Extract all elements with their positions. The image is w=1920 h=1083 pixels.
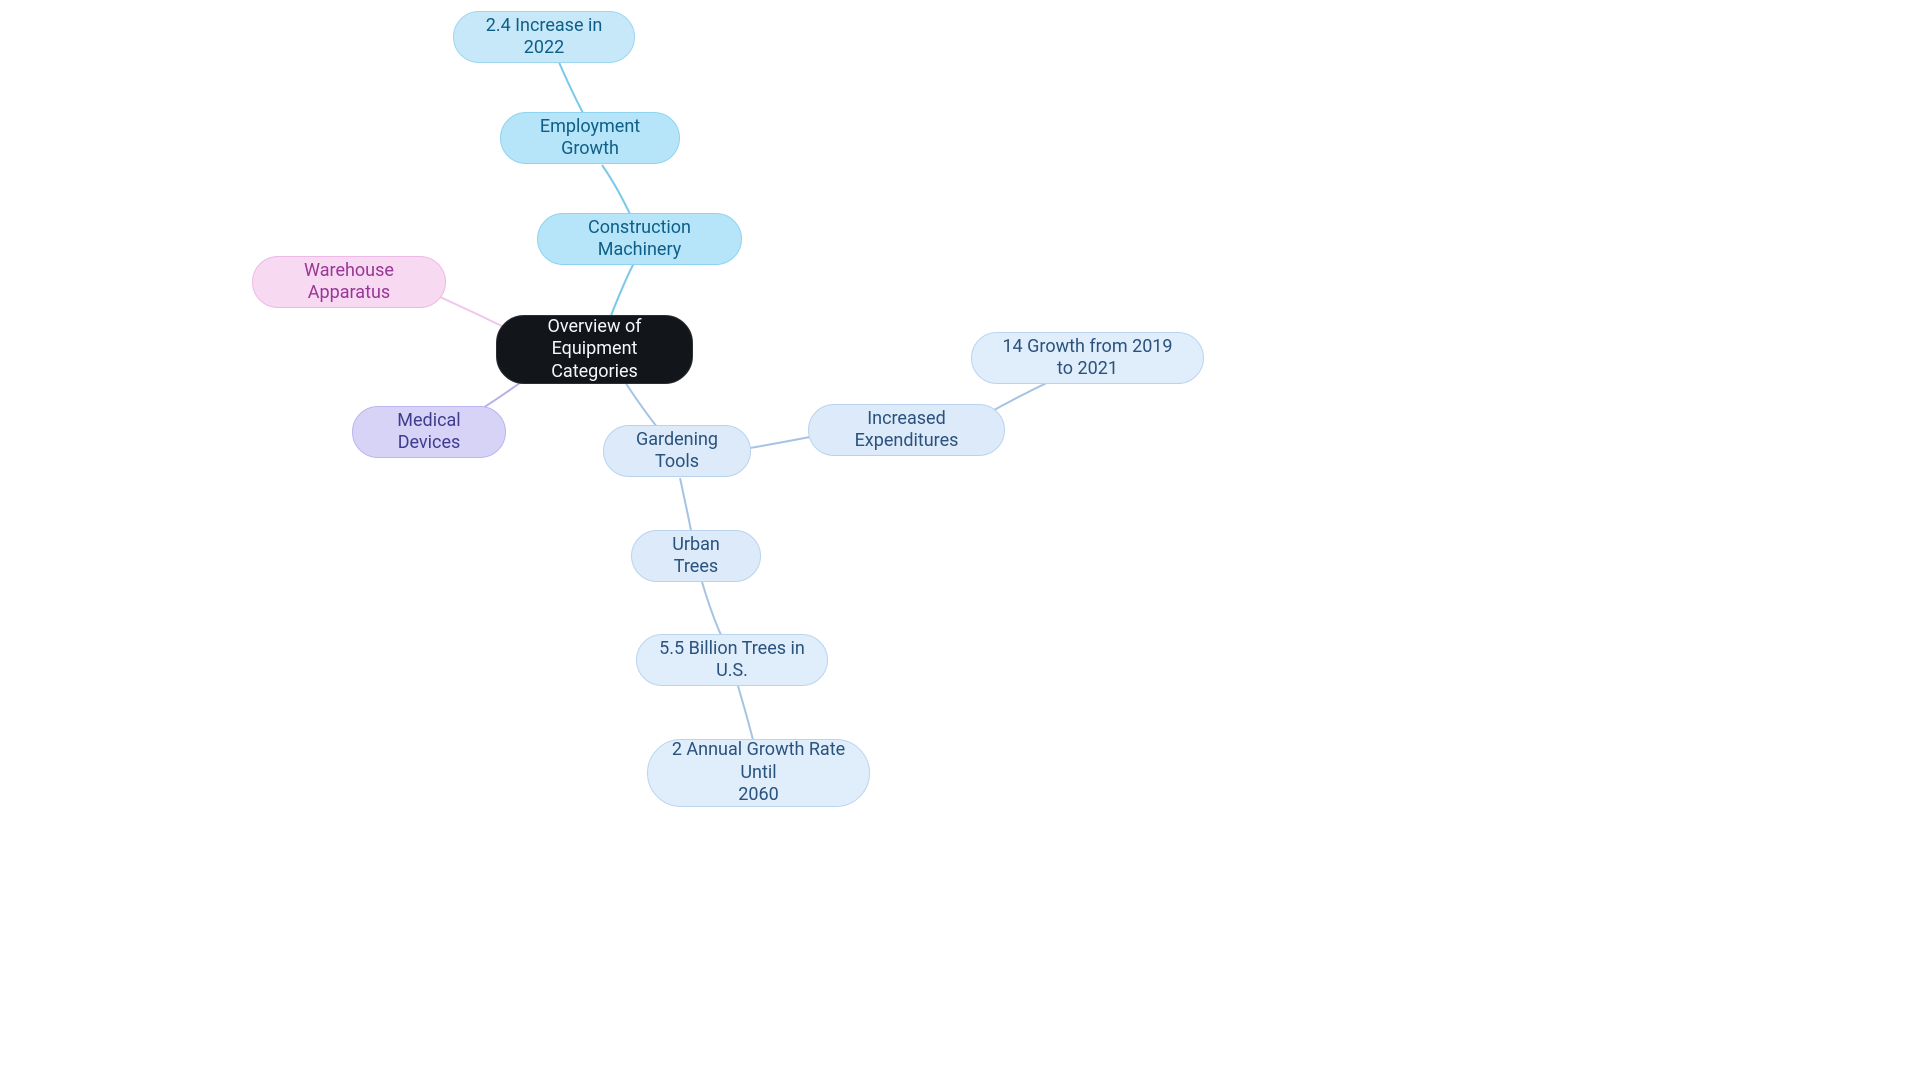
node-medical-label: Medical Devices bbox=[375, 410, 483, 455]
node-root-label: Overview of Equipment Categories bbox=[519, 316, 670, 384]
node-55b-trees-us[interactable]: 5.5 Billion Trees in U.S. bbox=[636, 634, 828, 686]
node-annualGrowth-label: 2 Annual Growth Rate Until 2060 bbox=[670, 739, 847, 807]
node-employment-growth[interactable]: Employment Growth bbox=[500, 112, 680, 164]
node-2-annual-growth-2060[interactable]: 2 Annual Growth Rate Until 2060 bbox=[647, 739, 870, 807]
node-14-growth-2019-2021[interactable]: 14 Growth from 2019 to 2021 bbox=[971, 332, 1204, 384]
node-root[interactable]: Overview of Equipment Categories bbox=[496, 315, 693, 384]
diagram-canvas: Overview of Equipment Categories Warehou… bbox=[0, 0, 1920, 1083]
node-growth2019-label: 14 Growth from 2019 to 2021 bbox=[994, 336, 1181, 381]
node-24-increase-2022[interactable]: 2.4 Increase in 2022 bbox=[453, 11, 635, 63]
node-medical-devices[interactable]: Medical Devices bbox=[352, 406, 506, 458]
node-expenditures-label: Increased Expenditures bbox=[831, 408, 982, 453]
node-warehouse-label: Warehouse Apparatus bbox=[275, 260, 423, 305]
node-employment-label: Employment Growth bbox=[523, 116, 657, 161]
edges-layer bbox=[0, 0, 1920, 1083]
node-construction-label: Construction Machinery bbox=[560, 217, 719, 262]
node-trees55b-label: 5.5 Billion Trees in U.S. bbox=[659, 638, 805, 683]
node-urbanTrees-label: Urban Trees bbox=[654, 534, 738, 579]
node-gardening-tools[interactable]: Gardening Tools bbox=[603, 425, 751, 477]
node-increased-expenditures[interactable]: Increased Expenditures bbox=[808, 404, 1005, 456]
node-urban-trees[interactable]: Urban Trees bbox=[631, 530, 761, 582]
node-gardening-label: Gardening Tools bbox=[626, 429, 728, 474]
node-construction-machinery[interactable]: Construction Machinery bbox=[537, 213, 742, 265]
node-warehouse-apparatus[interactable]: Warehouse Apparatus bbox=[252, 256, 446, 308]
node-increase2022-label: 2.4 Increase in 2022 bbox=[476, 15, 612, 60]
